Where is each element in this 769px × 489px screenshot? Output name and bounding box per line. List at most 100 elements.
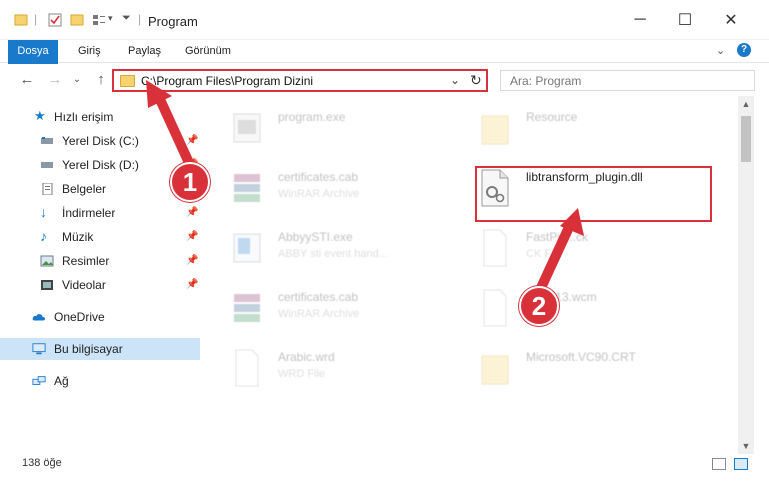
scroll-thumb[interactable] xyxy=(741,116,751,162)
back-button[interactable]: ← xyxy=(18,71,36,89)
scroll-up-icon[interactable]: ▲ xyxy=(738,96,754,112)
file-name: certificates.cab xyxy=(278,290,359,304)
exe-icon xyxy=(233,113,261,143)
file-name: Microsoft.VC90.CRT xyxy=(526,350,636,364)
tab-home[interactable]: Giriş xyxy=(70,40,109,63)
file-item[interactable]: ...WP13.wcm File xyxy=(478,284,708,340)
status-bar: 138 öğe xyxy=(0,454,769,489)
file-item[interactable]: Resource xyxy=(478,104,708,160)
view-options-icon[interactable] xyxy=(92,13,106,27)
file-icon xyxy=(483,229,507,267)
folder-icon xyxy=(14,14,28,26)
drive-icon xyxy=(41,162,53,168)
cloud-icon xyxy=(32,314,46,321)
address-path[interactable]: C:\Program Files\Program Dizini xyxy=(141,74,313,88)
nav-item-label: Hızlı erişim xyxy=(54,110,114,124)
search-input[interactable]: Ara: Program xyxy=(500,70,755,91)
file-item[interactable]: certificates.cab WinRAR Archive xyxy=(230,284,460,340)
file-item[interactable]: certificates.cab WinRAR Archive xyxy=(230,164,460,220)
file-item[interactable]: Arabic.wrd WRD File xyxy=(230,344,460,400)
expand-ribbon-icon[interactable]: ⌄ xyxy=(716,44,725,57)
nav-item-onedrive[interactable]: OneDrive xyxy=(0,306,200,328)
nav-item-downloads[interactable]: ↓ İndirmeler 📌 xyxy=(0,202,200,224)
nav-item-label: Ağ xyxy=(54,374,69,388)
new-folder-icon[interactable] xyxy=(70,13,84,27)
forward-button[interactable]: → xyxy=(46,71,64,89)
folder-icon xyxy=(481,115,509,145)
file-list: program.exe Resource certificates.cab Wi… xyxy=(208,96,738,452)
file-type: CK File xyxy=(526,248,563,260)
file-item[interactable]: program.exe xyxy=(230,104,460,160)
nav-item-videos[interactable]: Videolar 📌 xyxy=(0,274,200,296)
title-bar: | ▾ ⏷ | Program ─ ☐ ✕ xyxy=(0,0,769,40)
download-icon: ↓ xyxy=(40,204,47,220)
nav-item-music[interactable]: ♪ Müzik 📌 xyxy=(0,226,200,248)
vertical-scrollbar[interactable]: ▲ ▼ xyxy=(738,96,754,454)
file-type: WRD File xyxy=(278,368,326,380)
nav-item-pictures[interactable]: Resimler 📌 xyxy=(0,250,200,272)
nav-item-label: Yerel Disk (D:) xyxy=(62,158,139,172)
item-count: 138 öğe xyxy=(22,457,62,469)
tab-share[interactable]: Paylaş xyxy=(120,40,169,63)
large-icons-view-icon[interactable] xyxy=(734,458,748,470)
nav-item-label: Müzik xyxy=(62,230,94,244)
nav-item-this-pc[interactable]: Bu bilgisayar xyxy=(0,338,200,360)
properties-icon[interactable] xyxy=(48,13,62,27)
nav-item-label: Resimler xyxy=(62,254,110,268)
up-button[interactable]: ↑ xyxy=(92,71,110,89)
close-button[interactable]: ✕ xyxy=(721,10,741,30)
folder-icon xyxy=(481,355,509,385)
winrar-archive-icon xyxy=(234,294,260,322)
details-view-icon[interactable] xyxy=(712,458,726,470)
file-icon xyxy=(235,349,259,387)
pin-icon[interactable]: 📌 xyxy=(186,226,198,248)
ribbon: Dosya Giriş Paylaş Görünüm ⌄ ? xyxy=(0,40,769,96)
file-type: WinRAR Archive xyxy=(278,188,360,200)
nav-item-local-disk-d[interactable]: Yerel Disk (D:) 📌 xyxy=(0,154,200,176)
nav-item-label: İndirmeler xyxy=(62,206,116,220)
tab-view[interactable]: Görünüm xyxy=(177,40,239,63)
folder-icon xyxy=(120,75,135,87)
chevron-down-icon[interactable]: ▾ xyxy=(108,13,113,24)
nav-item-local-disk-c[interactable]: Yerel Disk (C:) 📌 xyxy=(0,130,200,152)
separator: | xyxy=(34,12,38,26)
nav-item-label: Videolar xyxy=(62,278,106,292)
nav-item-label: Belgeler xyxy=(62,182,107,196)
highlight-box xyxy=(475,166,712,222)
chevron-down-icon[interactable]: ⌄ xyxy=(450,73,460,87)
file-type: WinRAR Archive xyxy=(278,308,360,320)
pin-icon[interactable]: 📌 xyxy=(186,274,198,296)
file-item[interactable]: FastPic...ck CK File xyxy=(478,224,708,280)
address-row: ← → ⌄ ↑ C:\Program Files\Program Dizini … xyxy=(0,64,769,96)
nav-item-label: Bu bilgisayar xyxy=(54,342,123,356)
pin-icon[interactable]: 📌 xyxy=(186,250,198,272)
video-icon xyxy=(41,280,53,290)
pin-icon[interactable]: 📌 xyxy=(186,202,198,224)
recent-locations-icon[interactable]: ⌄ xyxy=(68,71,86,89)
nav-item-label: OneDrive xyxy=(54,310,105,324)
refresh-icon[interactable]: ↻ xyxy=(470,72,482,89)
nav-item-network[interactable]: Ağ xyxy=(0,370,200,392)
help-icon[interactable]: ? xyxy=(737,43,751,57)
window-title: Program xyxy=(148,14,198,29)
documents-icon xyxy=(42,183,53,195)
step-badge-2: 2 xyxy=(519,286,559,326)
file-name: AbbyySTI.exe xyxy=(278,230,353,244)
drive-icon xyxy=(41,137,53,144)
file-type: ABBY sti event hand... xyxy=(278,248,388,260)
scroll-down-icon[interactable]: ▼ xyxy=(738,438,754,454)
separator: | xyxy=(138,12,142,26)
maximize-button[interactable]: ☐ xyxy=(675,10,695,30)
pin-icon[interactable]: 📌 xyxy=(186,130,198,152)
pictures-icon xyxy=(40,255,54,267)
minimize-button[interactable]: ─ xyxy=(630,10,650,30)
file-item[interactable]: AbbyySTI.exe ABBY sti event hand... xyxy=(230,224,460,280)
address-bar[interactable]: C:\Program Files\Program Dizini ⌄ ↻ xyxy=(112,69,488,92)
file-item[interactable]: Microsoft.VC90.CRT xyxy=(478,344,708,400)
file-name: Arabic.wrd xyxy=(278,350,335,364)
file-name: FastPic...ck xyxy=(526,230,589,244)
music-icon: ♪ xyxy=(40,228,47,244)
nav-item-quick-access[interactable]: ★ Hızlı erişim xyxy=(0,106,200,128)
computer-icon xyxy=(32,343,46,355)
customize-toolbar-icon[interactable]: ⏷ xyxy=(122,12,131,25)
